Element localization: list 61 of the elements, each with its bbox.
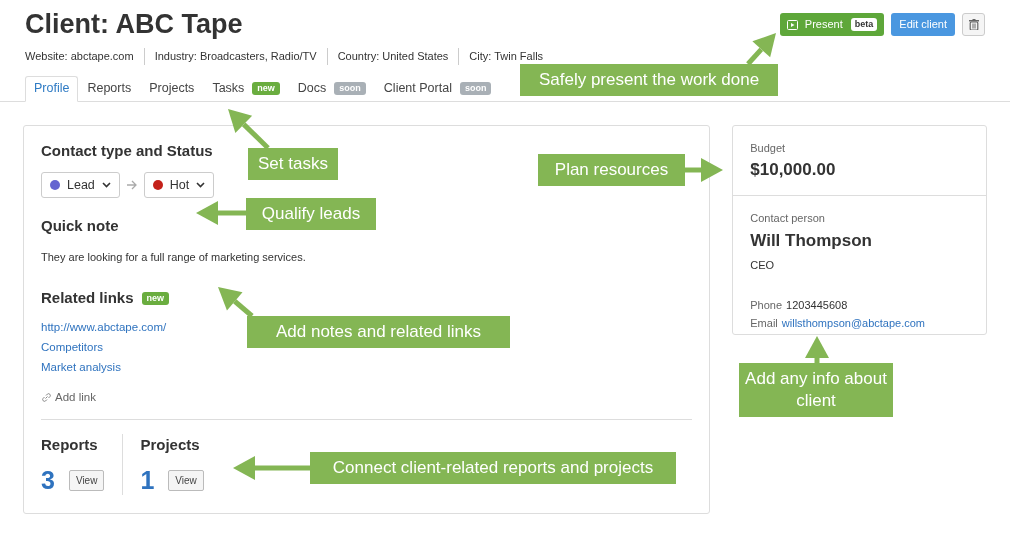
tab[interactable]: Reports [78, 75, 141, 102]
tab[interactable]: Profile [25, 75, 79, 102]
delete-button[interactable] [962, 13, 985, 36]
tab[interactable]: Projects [140, 75, 204, 102]
client-detail: Industry: Broadcasters, Radio/TV [143, 48, 317, 65]
note-text: They are looking for a full range of marketing services. [41, 249, 307, 265]
budget-label: Budget [750, 140, 787, 156]
tag: new [252, 82, 280, 95]
callout-label: Add notes and related links [247, 316, 510, 348]
tab[interactable]: Docs soon [288, 75, 375, 102]
callout-arrow [218, 287, 254, 318]
count-number: 3 [41, 465, 55, 496]
callout-label: Safely present the work done [520, 64, 778, 96]
status-dropdown[interactable]: Lead [41, 172, 120, 198]
callout-arrow [196, 201, 246, 225]
section-heading: Contact type and Status [41, 140, 214, 161]
status-dropdown[interactable]: Hot [143, 172, 215, 198]
client-detail: Country: United States [326, 48, 449, 65]
tab[interactable]: Client Portal soon [374, 75, 501, 102]
tab[interactable]: Tasks new [203, 75, 289, 102]
callout-arrow [805, 336, 829, 363]
section-heading: Projects [140, 434, 201, 455]
section-heading: Reports [41, 434, 99, 455]
contact-name: Will Thompson [750, 230, 873, 252]
section-heading: Quick note [41, 216, 120, 236]
add-link-button[interactable]: Add link [41, 388, 96, 406]
callout-label: Qualify leads [246, 198, 376, 230]
callout-label: Set tasks [248, 148, 338, 180]
arrow-right-icon [125, 180, 138, 190]
email-label: Email [750, 315, 778, 331]
tag: soon [459, 82, 492, 95]
page-title: Client: ABC Tape [25, 8, 244, 41]
phone-number: 1203445608 [786, 298, 848, 313]
client-detail: Website: abctape.com [25, 49, 134, 64]
callout-arrow [746, 33, 776, 66]
callout-label: Connect client-related reports and projects [310, 452, 676, 484]
callout-arrow [685, 158, 723, 182]
related-link[interactable]: Market analysis [41, 359, 121, 375]
tag: soon [334, 82, 366, 95]
tag: new [141, 291, 170, 305]
email-link[interactable]: willsthompson@abctape.com [781, 314, 926, 331]
trash-icon [968, 19, 979, 30]
count-number: 1 [140, 465, 155, 496]
related-link[interactable]: http://www.abctape.com/ [41, 319, 167, 335]
chevron-down-icon [196, 182, 206, 188]
beta-tag: beta [850, 18, 878, 31]
callout-label: Plan resources [538, 154, 685, 186]
budget-amount: $10,000.00 [750, 159, 837, 181]
view-button[interactable]: View [168, 469, 204, 491]
play-icon [786, 19, 798, 30]
callout-label: Add any info about client [739, 363, 893, 417]
callout-arrow [228, 109, 270, 150]
contact-role: CEO [750, 257, 776, 273]
chevron-down-icon [101, 182, 111, 188]
related-link[interactable]: Competitors [41, 339, 103, 355]
present-button[interactable]: Present beta [779, 13, 885, 36]
section-heading: Related links [41, 288, 134, 308]
view-button[interactable]: View [68, 469, 105, 491]
phone-label: Phone [750, 298, 783, 313]
contact-label: Contact person [750, 210, 826, 226]
link-icon [41, 391, 52, 403]
